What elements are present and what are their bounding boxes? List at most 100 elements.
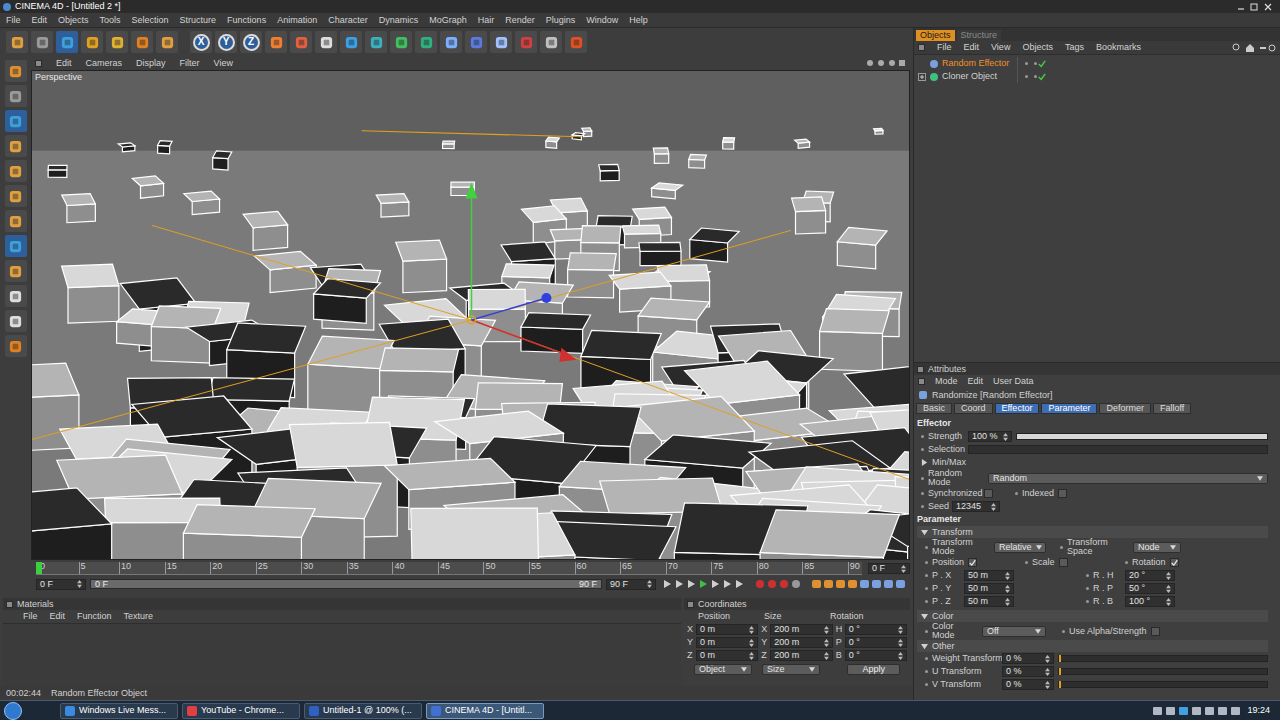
- mode-button[interactable]: [5, 60, 27, 82]
- menu-item[interactable]: Structure: [180, 16, 217, 25]
- selection-field[interactable]: [968, 445, 1268, 454]
- expand-plus-icon[interactable]: [918, 73, 926, 81]
- transform-toggle-checkbox[interactable]: [1059, 558, 1068, 567]
- synchronized-checkbox[interactable]: [984, 489, 993, 498]
- mode-button[interactable]: [5, 135, 27, 157]
- spinner-arrows-icon[interactable]: [749, 639, 754, 647]
- spinner-arrows-icon[interactable]: [1005, 585, 1010, 593]
- panel-grip-icon[interactable]: [687, 601, 694, 608]
- spinner-arrows-icon[interactable]: [1045, 655, 1050, 663]
- objects-tab[interactable]: Objects: [916, 30, 955, 41]
- tool-button[interactable]: [156, 31, 178, 53]
- minmax-group[interactable]: Min/Max: [932, 458, 966, 467]
- transform-space-dropdown[interactable]: Node: [1133, 542, 1181, 553]
- attribute-tab[interactable]: Parameter: [1041, 403, 1097, 414]
- spinner-arrows-icon[interactable]: [1005, 598, 1010, 606]
- color-group[interactable]: Color: [932, 612, 954, 621]
- expand-arrow-icon[interactable]: [921, 643, 928, 650]
- objects-menu-item[interactable]: Objects: [1022, 43, 1053, 52]
- rotation-value-field[interactable]: 20 °: [1125, 570, 1175, 581]
- position-field[interactable]: 0 m: [696, 650, 758, 661]
- spinner-arrows-icon[interactable]: [1005, 572, 1010, 580]
- panel-grip-icon[interactable]: [6, 601, 13, 608]
- seed-field[interactable]: 12345: [952, 501, 1000, 512]
- window-controls-icon[interactable]: [1237, 3, 1273, 11]
- tool-button[interactable]: [390, 31, 412, 53]
- mode-button[interactable]: [5, 235, 27, 257]
- attributes-menu-item[interactable]: User Data: [993, 377, 1034, 386]
- taskbar-item[interactable]: CINEMA 4D - [Untitl...: [426, 703, 544, 719]
- transform-toggle-checkbox[interactable]: [1170, 558, 1179, 567]
- position-value-field[interactable]: 50 m: [964, 583, 1014, 594]
- spinner-arrows-icon[interactable]: [991, 503, 996, 511]
- menu-item[interactable]: Hair: [478, 16, 495, 25]
- attributes-menu-item[interactable]: Edit: [968, 377, 984, 386]
- position-value-field[interactable]: 50 m: [964, 570, 1014, 581]
- size-field[interactable]: 200 m: [770, 637, 832, 648]
- panel-grip-icon[interactable]: [35, 60, 42, 67]
- objects-tab[interactable]: Structure: [957, 30, 1002, 41]
- menu-item[interactable]: Edit: [32, 16, 48, 25]
- expand-arrow-icon[interactable]: [921, 529, 928, 536]
- attribute-tab[interactable]: Coord: [954, 403, 993, 414]
- transform-toggle-checkbox[interactable]: [968, 558, 977, 567]
- tool-button[interactable]: [31, 31, 53, 53]
- color-mode-dropdown[interactable]: Off: [982, 626, 1046, 637]
- menu-item[interactable]: Plugins: [546, 16, 576, 25]
- coordinate-mode-dropdown[interactable]: Object: [694, 664, 752, 675]
- size-field[interactable]: 200 m: [770, 624, 832, 635]
- rotation-value-field[interactable]: 100 °: [1125, 596, 1175, 607]
- enabled-check-icon[interactable]: [1038, 60, 1046, 68]
- taskbar-item[interactable]: Windows Live Mess...: [60, 703, 178, 719]
- spinner-arrows-icon[interactable]: [647, 580, 652, 588]
- menu-item[interactable]: File: [6, 16, 21, 25]
- axis-lock-button[interactable]: Z: [240, 31, 262, 53]
- timeline-ruler[interactable]: 0510152025303540455055606570758085900 F: [36, 562, 910, 575]
- viewport-nav-icon[interactable]: [866, 59, 906, 67]
- expand-arrow-icon[interactable]: [921, 459, 928, 466]
- end-frame-field[interactable]: 90 F: [606, 579, 656, 590]
- spinner-arrows-icon[interactable]: [824, 639, 829, 647]
- spinner-arrows-icon[interactable]: [1045, 681, 1050, 689]
- axis-lock-button[interactable]: X: [190, 31, 212, 53]
- materials-menu-item[interactable]: File: [23, 612, 38, 621]
- tool-button[interactable]: [515, 31, 537, 53]
- other-group[interactable]: Other: [932, 642, 955, 651]
- size-mode-dropdown[interactable]: Size: [762, 664, 820, 675]
- transform-percent-field[interactable]: 0 %: [1002, 679, 1054, 690]
- start-frame-field[interactable]: 0 F: [36, 579, 86, 590]
- objects-menu-item[interactable]: Bookmarks: [1096, 43, 1141, 52]
- panel-grip-icon[interactable]: [918, 44, 925, 51]
- objects-menu-item[interactable]: View: [991, 43, 1010, 52]
- panel-grip-icon[interactable]: [917, 366, 924, 373]
- mode-button[interactable]: [5, 160, 27, 182]
- tool-button[interactable]: [265, 31, 287, 53]
- expand-arrow-icon[interactable]: [921, 613, 928, 620]
- tool-button[interactable]: [81, 31, 103, 53]
- spinner-arrows-icon[interactable]: [77, 580, 82, 588]
- viewport-menu-item[interactable]: Edit: [56, 59, 72, 68]
- spinner-arrows-icon[interactable]: [898, 639, 903, 647]
- spinner-arrows-icon[interactable]: [901, 565, 906, 573]
- axis-lock-button[interactable]: Y: [215, 31, 237, 53]
- object-row[interactable]: Cloner Object: [914, 70, 1280, 83]
- rotation-field[interactable]: 0 °: [845, 650, 907, 661]
- menu-item[interactable]: Selection: [132, 16, 169, 25]
- mode-button[interactable]: [5, 185, 27, 207]
- viewport-menu-item[interactable]: View: [214, 59, 233, 68]
- viewport-render[interactable]: [32, 71, 909, 559]
- menu-item[interactable]: Dynamics: [379, 16, 419, 25]
- materials-menu-item[interactable]: Edit: [50, 612, 66, 621]
- position-field[interactable]: 0 m: [696, 637, 758, 648]
- tool-button[interactable]: [490, 31, 512, 53]
- attribute-tab[interactable]: Deformer: [1099, 403, 1151, 414]
- spinner-arrows-icon[interactable]: [1166, 585, 1171, 593]
- attribute-tab[interactable]: Falloff: [1153, 403, 1191, 414]
- objects-menu-item[interactable]: Tags: [1065, 43, 1084, 52]
- object-row[interactable]: Random Effector: [914, 57, 1280, 70]
- tool-button[interactable]: [365, 31, 387, 53]
- spinner-arrows-icon[interactable]: [749, 652, 754, 660]
- strength-field[interactable]: 100 %: [968, 431, 1012, 442]
- panel-grip-icon[interactable]: [918, 378, 925, 385]
- viewport-menu-item[interactable]: Filter: [180, 59, 200, 68]
